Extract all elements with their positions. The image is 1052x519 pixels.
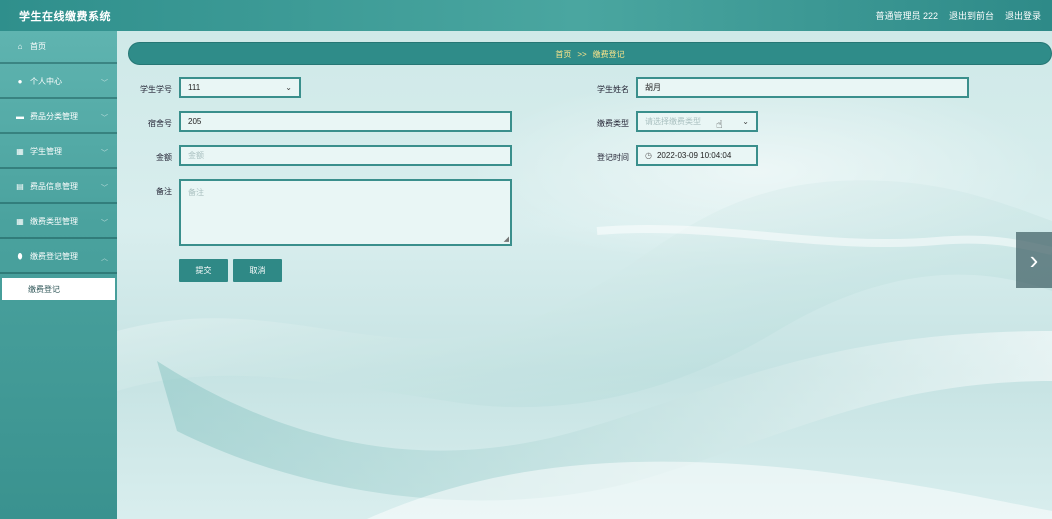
clock-icon: ◷: [645, 151, 652, 160]
chevron-down-icon: ﹀: [101, 220, 108, 227]
breadcrumb-separator: >>: [577, 50, 587, 59]
chevron-down-icon: ⌄: [742, 117, 749, 126]
fee-type-label: 缴费类型: [597, 119, 629, 128]
student-no-label: 学生学号: [140, 85, 172, 94]
sidebar-item-home[interactable]: ⌂ 首页: [0, 31, 117, 64]
app-title: 学生在线缴费系统: [19, 11, 111, 23]
student-name-value: 胡月: [645, 83, 661, 92]
grid-icon: ▦: [16, 217, 24, 226]
student-no-value: 111: [188, 83, 201, 92]
dorm-label: 宿舍号: [148, 119, 172, 128]
sidebar-item-students[interactable]: ▦ 学生管理 ﹀: [0, 136, 117, 169]
resize-handle-icon[interactable]: ◢: [504, 235, 509, 243]
dorm-value: 205: [188, 117, 202, 126]
amount-label: 金额: [156, 153, 172, 162]
clipboard-icon: ▤: [16, 182, 24, 191]
user-icon: ●: [17, 77, 23, 86]
dorm-field[interactable]: 205: [179, 111, 512, 132]
current-user-label: 普通管理员 222: [875, 11, 938, 21]
chevron-down-icon: ﹀: [101, 185, 108, 192]
remark-label: 备注: [156, 187, 172, 196]
reg-time-picker[interactable]: ◷ 2022-03-09 10:04:04: [636, 145, 758, 166]
submit-button[interactable]: 提交: [179, 259, 228, 282]
fee-type-select[interactable]: 请选择缴费类型 ⌄: [636, 111, 758, 132]
amount-placeholder: 金额: [188, 151, 204, 160]
fee-type-placeholder: 请选择缴费类型: [645, 117, 701, 126]
cancel-button[interactable]: 取消: [233, 259, 282, 282]
remark-placeholder: 备注: [188, 188, 204, 197]
breadcrumb-current: 缴费登记: [592, 50, 625, 59]
home-icon: ⌂: [17, 42, 23, 51]
chevron-down-icon: ﹀: [101, 115, 108, 122]
chevron-up-icon: ︿: [101, 255, 108, 262]
sidebar-subitem-fee-registration[interactable]: 缴费登记: [2, 278, 115, 300]
top-links: 普通管理员 222 退出到前台 退出登录: [875, 9, 1041, 22]
sidebar-item-label: 费品分类管理: [30, 112, 78, 121]
amount-field[interactable]: 金额: [179, 145, 512, 166]
breadcrumb: 首页 >> 缴费登记: [129, 49, 1051, 60]
sidebar-item-label: 缴费类型管理: [30, 217, 78, 226]
grid-icon: ▦: [16, 147, 24, 156]
back-to-front-link[interactable]: 退出到前台: [949, 9, 994, 22]
sidebar-item-personal-center[interactable]: ● 个人中心 ﹀: [0, 66, 117, 99]
student-no-select[interactable]: 111 ⌄: [179, 77, 301, 98]
reg-time-label: 登记时间: [597, 153, 629, 162]
sidebar-item-fee-registration[interactable]: ⬮ 缴费登记管理 ︿: [0, 241, 117, 274]
sidebar-item-fee-category[interactable]: ▬ 费品分类管理 ﹀: [0, 101, 117, 134]
sidebar-item-label: 学生管理: [30, 147, 62, 156]
sidebar-item-fee-type[interactable]: ▦ 缴费类型管理 ﹀: [0, 206, 117, 239]
chevron-down-icon: ﹀: [101, 80, 108, 87]
pointer-cursor-icon: ☝: [716, 119, 723, 131]
chevron-down-icon: ⌄: [285, 83, 292, 92]
chevron-right-icon[interactable]: ›: [1016, 232, 1052, 288]
reg-time-value: 2022-03-09 10:04:04: [656, 151, 732, 160]
sidebar-item-label: 费品信息管理: [30, 182, 78, 191]
pin-icon: ⬮: [17, 251, 23, 261]
monitor-icon: ▬: [16, 112, 24, 121]
sidebar-item-label: 个人中心: [30, 77, 62, 86]
chevron-down-icon: ﹀: [101, 150, 108, 157]
student-name-field[interactable]: 胡月: [636, 77, 969, 98]
top-header: 学生在线缴费系统 普通管理员 222 退出到前台 退出登录: [0, 0, 1052, 31]
sidebar-item-fee-info[interactable]: ▤ 费品信息管理 ﹀: [0, 171, 117, 204]
logout-link[interactable]: 退出登录: [1005, 9, 1041, 22]
student-name-label: 学生姓名: [597, 85, 629, 94]
sidebar-item-label: 缴费登记管理: [30, 252, 78, 261]
sidebar: ⌂ 首页 ● 个人中心 ﹀ ▬ 费品分类管理 ﹀ ▦ 学生管理 ﹀ ▤ 费品信息…: [0, 31, 117, 519]
breadcrumb-home-link[interactable]: 首页: [555, 50, 571, 59]
breadcrumb-bar: 首页 >> 缴费登记: [128, 42, 1052, 65]
sidebar-item-label: 首页: [30, 42, 46, 51]
remark-textarea[interactable]: 备注 ◢: [179, 179, 512, 246]
